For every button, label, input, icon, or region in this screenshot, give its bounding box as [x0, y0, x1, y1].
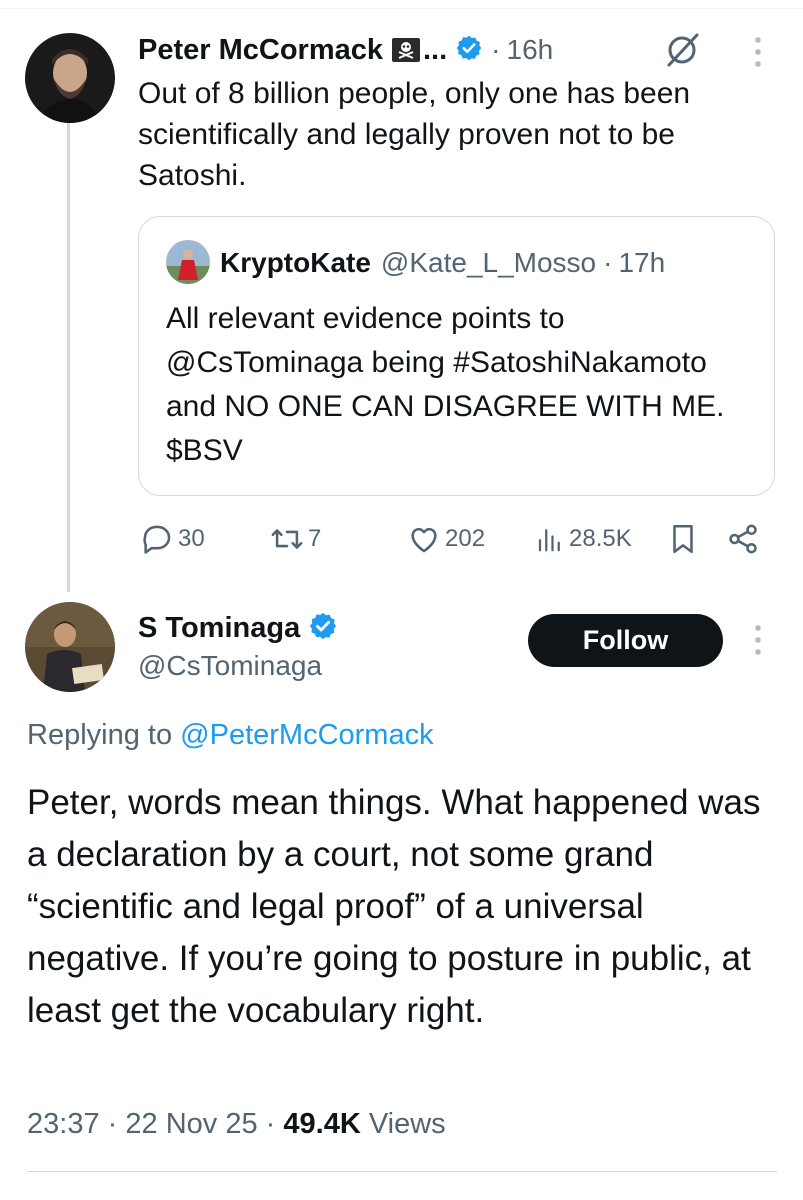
- time-separator: ·: [491, 34, 501, 65]
- replying-to-line: Replying to @PeterMcCormack: [27, 719, 434, 752]
- share-icon[interactable]: [726, 522, 760, 561]
- quote-time[interactable]: 17h: [618, 247, 665, 279]
- grok-icon[interactable]: [663, 31, 701, 74]
- like-button[interactable]: 202: [407, 522, 485, 556]
- bottom-divider: [27, 1171, 777, 1172]
- views-count: 28.5K: [569, 525, 632, 552]
- quote-author-name[interactable]: KryptoKate: [220, 247, 371, 279]
- tweet1-header: Peter McCormack ... · 16h: [138, 30, 553, 70]
- tweet-time[interactable]: 23:37: [27, 1108, 100, 1140]
- repost-button[interactable]: 7: [270, 522, 321, 556]
- reply-button[interactable]: 30: [140, 522, 205, 556]
- follow-button[interactable]: Follow: [528, 614, 723, 667]
- views-label: Views: [368, 1108, 446, 1140]
- bookmark-icon[interactable]: [666, 522, 700, 561]
- quote-header: KryptoKate @Kate_L_Mosso · 17h: [220, 244, 665, 282]
- tweet1-text: Out of 8 billion people, only one has be…: [138, 77, 691, 192]
- author-name[interactable]: Peter McCormack: [138, 34, 383, 67]
- avatar-peter-mccormack[interactable]: [25, 33, 115, 123]
- name-ellipsis: ...: [423, 33, 448, 66]
- repost-icon: [270, 522, 304, 556]
- quote-handle[interactable]: @Kate_L_Mosso: [381, 247, 596, 279]
- avatar-kryptokate[interactable]: [166, 240, 210, 284]
- reply-icon: [140, 522, 174, 556]
- tweet-date[interactable]: 22 Nov 25: [125, 1108, 257, 1140]
- meta-separator: ·: [107, 1108, 118, 1140]
- quote-time-separator: ·: [603, 247, 613, 278]
- verified-badge-icon: [308, 611, 338, 646]
- verified-badge-icon: [455, 34, 483, 67]
- replying-to-prefix: Replying to: [27, 719, 173, 751]
- author-handle[interactable]: @CsTominaga: [138, 650, 322, 682]
- views-button[interactable]: 28.5K: [535, 522, 632, 556]
- tweet2-text: Peter, words mean things. What happened …: [27, 783, 761, 1030]
- views-count: 49.4K: [283, 1108, 361, 1140]
- quote-text: All relevant evidence points to @CsTomin…: [166, 302, 725, 467]
- tweet2-author-row: S Tominaga: [138, 608, 338, 648]
- thread-connector-line: [67, 122, 70, 592]
- views-chart-icon: [535, 522, 565, 556]
- reply-count: 30: [178, 525, 205, 552]
- meta-separator: ·: [265, 1108, 276, 1140]
- avatar-s-tominaga[interactable]: [25, 602, 115, 692]
- more-options-icon[interactable]: [748, 622, 768, 663]
- tweet-meta-line: 23:37 · 22 Nov 25 · 49.4K Views: [27, 1108, 446, 1141]
- tweet-time[interactable]: 16h: [507, 34, 554, 66]
- like-count: 202: [445, 525, 486, 552]
- pirate-flag-icon: [391, 37, 421, 63]
- replying-to-link[interactable]: @PeterMcCormack: [180, 719, 433, 751]
- more-options-icon[interactable]: [748, 34, 768, 75]
- heart-icon: [407, 522, 441, 556]
- repost-count: 7: [308, 525, 322, 552]
- author-name[interactable]: S Tominaga: [138, 612, 300, 645]
- top-divider: [0, 8, 803, 9]
